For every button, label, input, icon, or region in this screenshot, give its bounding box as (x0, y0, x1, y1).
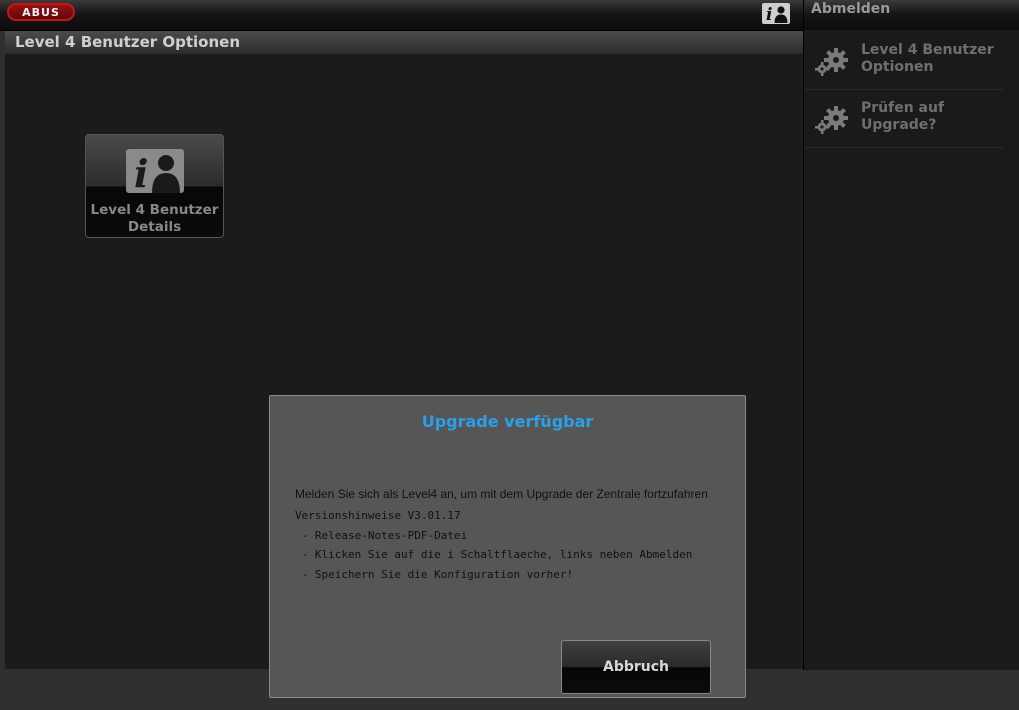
svg-text:i: i (134, 151, 148, 193)
gears-icon (815, 106, 848, 134)
logo-text: ABUS (22, 5, 60, 19)
sidebar-item-label: Level 4 Benutzer Optionen (861, 42, 994, 75)
notes-line: - Release-Notes-PDF-Datei (295, 528, 468, 542)
tile-label: Level 4 Benutzer Details (90, 202, 219, 235)
user-info-button[interactable]: i (762, 3, 790, 24)
notes-line: - Speichern Sie die Konfiguration vorher… (295, 567, 574, 581)
abus-logo: ABUS (7, 3, 75, 21)
notes-line: Versionshinweise V3.01.17 (295, 509, 461, 522)
top-bar: ABUS i (0, 0, 803, 31)
user-info-icon: i (126, 149, 184, 193)
page-title-bar: Level 4 Benutzer Optionen (5, 31, 803, 54)
logout-button[interactable]: Abmelden (804, 0, 1019, 30)
sidebar: Abmelden Level 4 Benutzer Optionen Prüfe… (803, 0, 1019, 670)
upgrade-dialog: Upgrade verfügbar Melden Sie sich als Le… (269, 395, 746, 698)
sidebar-item-user-options[interactable]: Level 4 Benutzer Optionen (804, 32, 1004, 90)
user-details-tile[interactable]: i Level 4 Benutzer Details (85, 134, 224, 238)
dialog-title: Upgrade verfügbar (421, 412, 594, 431)
svg-text:i: i (766, 5, 772, 24)
user-info-icon: i (762, 3, 790, 24)
sidebar-item-check-upgrade[interactable]: Prüfen auf Upgrade? (804, 90, 1004, 148)
sidebar-item-label: Prüfen auf Upgrade? (861, 100, 945, 133)
page-title: Level 4 Benutzer Optionen (15, 33, 240, 51)
cancel-button[interactable]: Abbruch (561, 640, 711, 694)
logout-label: Abmelden (811, 1, 891, 17)
cancel-label: Abbruch (602, 659, 669, 675)
dialog-message: Melden Sie sich als Level4 an, um mit de… (295, 487, 708, 501)
notes-line: - Klicken Sie auf die i Schaltflaeche, l… (295, 548, 693, 561)
gears-icon (815, 48, 848, 76)
release-notes: Versionshinweise V3.01.17 - Release-Note… (295, 506, 692, 584)
